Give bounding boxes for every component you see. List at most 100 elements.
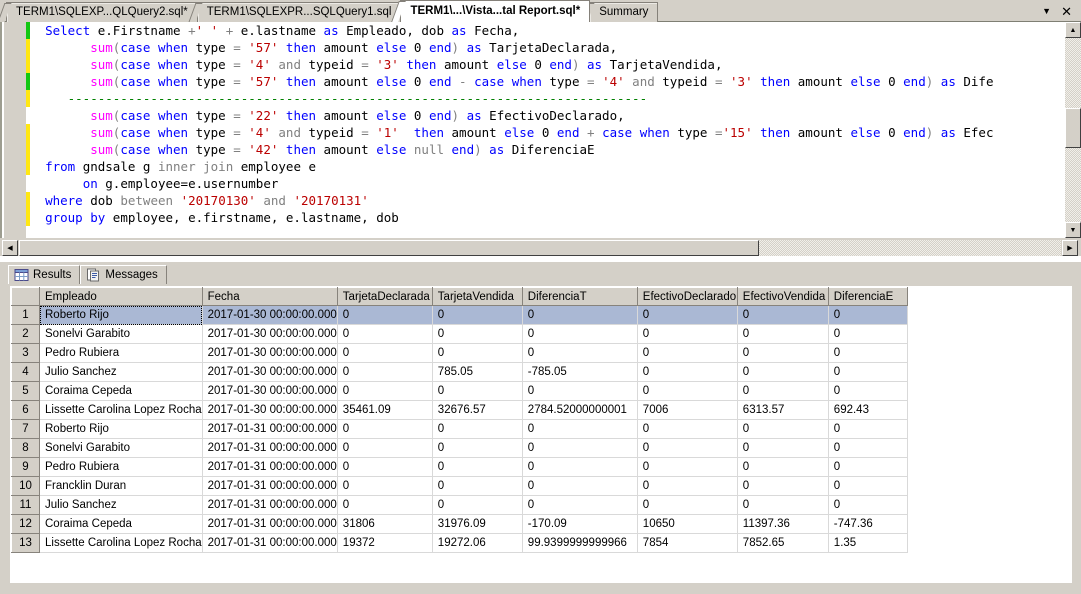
table-cell[interactable]: 0 bbox=[337, 457, 433, 477]
table-cell[interactable]: 0 bbox=[337, 324, 433, 344]
table-cell[interactable]: 0 bbox=[337, 381, 433, 401]
table-cell[interactable]: 10650 bbox=[637, 514, 738, 534]
table-row[interactable]: 11 Julio Sanchez 2017-01-31 00:00:00.000 0 0… bbox=[11, 495, 908, 515]
table-cell[interactable]: 0 bbox=[432, 343, 523, 363]
column-header[interactable]: Fecha bbox=[201, 287, 338, 306]
table-cell[interactable]: 0 bbox=[828, 324, 908, 344]
table-cell[interactable]: Lissette Carolina Lopez Rocha bbox=[39, 533, 203, 553]
table-cell[interactable]: 0 bbox=[737, 324, 829, 344]
table-cell[interactable]: 0 bbox=[522, 324, 638, 344]
horizontal-scroll-thumb[interactable] bbox=[19, 240, 759, 256]
table-cell[interactable]: Roberto Rijo bbox=[39, 305, 203, 325]
table-cell[interactable]: 35461.09 bbox=[337, 400, 433, 420]
editor-gutter[interactable] bbox=[4, 22, 26, 238]
table-cell[interactable]: Lissette Carolina Lopez Rocha bbox=[39, 400, 203, 420]
row-header[interactable]: 1 bbox=[11, 305, 40, 325]
table-row[interactable]: 2 Sonelvi Garabito 2017-01-30 00:00:00.000… bbox=[11, 324, 908, 344]
table-cell[interactable]: 0 bbox=[522, 495, 638, 515]
table-cell[interactable]: 0 bbox=[737, 362, 829, 382]
document-tab[interactable]: TERM1\...\Vista...tal Report.sql* bbox=[400, 0, 591, 22]
table-cell[interactable]: 2017-01-31 00:00:00.000 bbox=[202, 457, 338, 477]
table-cell[interactable]: 0 bbox=[828, 476, 908, 496]
row-header[interactable]: 5 bbox=[11, 381, 40, 401]
document-tab[interactable]: TERM1\SQLEXP...QLQuery2.sql* bbox=[6, 2, 198, 22]
row-header[interactable]: 8 bbox=[11, 438, 40, 458]
table-cell[interactable]: 692.43 bbox=[828, 400, 908, 420]
row-header[interactable]: 9 bbox=[11, 457, 40, 477]
table-cell[interactable]: 0 bbox=[637, 495, 738, 515]
table-cell[interactable]: 7006 bbox=[637, 400, 738, 420]
table-cell[interactable]: 0 bbox=[522, 419, 638, 439]
table-cell[interactable]: 6313.57 bbox=[737, 400, 829, 420]
table-cell[interactable]: 0 bbox=[522, 438, 638, 458]
row-header[interactable]: 6 bbox=[11, 400, 40, 420]
table-cell[interactable]: Coraima Cepeda bbox=[39, 381, 203, 401]
row-header[interactable]: 3 bbox=[11, 343, 40, 363]
table-cell[interactable]: 7854 bbox=[637, 533, 738, 553]
table-cell[interactable]: 0 bbox=[522, 305, 638, 325]
table-cell[interactable]: Coraima Cepeda bbox=[39, 514, 203, 534]
table-cell[interactable]: 1.35 bbox=[828, 533, 908, 553]
table-cell[interactable]: 0 bbox=[637, 343, 738, 363]
table-cell[interactable]: 0 bbox=[337, 305, 433, 325]
table-cell[interactable]: 0 bbox=[828, 381, 908, 401]
table-cell[interactable]: 7852.65 bbox=[737, 533, 829, 553]
table-cell[interactable]: 0 bbox=[337, 438, 433, 458]
table-cell[interactable]: 0 bbox=[737, 476, 829, 496]
column-header[interactable]: DiferenciaT bbox=[521, 287, 638, 306]
table-cell[interactable]: 0 bbox=[828, 419, 908, 439]
table-cell[interactable]: 0 bbox=[737, 381, 829, 401]
grid-select-all-corner[interactable] bbox=[11, 287, 40, 306]
scroll-left-arrow-icon[interactable]: ◀ bbox=[2, 240, 18, 256]
table-row[interactable]: 7 Roberto Rijo 2017-01-31 00:00:00.000 0 0 0 0… bbox=[11, 419, 908, 439]
table-cell[interactable]: 0 bbox=[737, 495, 829, 515]
table-row[interactable]: 3 Pedro Rubiera 2017-01-30 00:00:00.000 0 0 0… bbox=[11, 343, 908, 363]
scroll-right-arrow-icon[interactable]: ▶ bbox=[1062, 240, 1078, 256]
table-cell[interactable]: 0 bbox=[432, 457, 523, 477]
document-tab[interactable]: Summary bbox=[589, 2, 659, 22]
row-header[interactable]: 10 bbox=[11, 476, 40, 496]
row-header[interactable]: 12 bbox=[11, 514, 40, 534]
table-cell[interactable]: 0 bbox=[337, 419, 433, 439]
table-cell[interactable]: 0 bbox=[337, 476, 433, 496]
table-cell[interactable]: 2017-01-30 00:00:00.000 bbox=[202, 362, 338, 382]
editor-horizontal-scrollbar[interactable]: ◀ ▶ bbox=[0, 238, 1081, 256]
table-cell[interactable]: 2017-01-31 00:00:00.000 bbox=[202, 495, 338, 515]
table-cell[interactable]: 0 bbox=[828, 362, 908, 382]
table-cell[interactable]: 32676.57 bbox=[432, 400, 523, 420]
table-cell[interactable]: Pedro Rubiera bbox=[39, 343, 203, 363]
table-cell[interactable]: 2784.52000000001 bbox=[522, 400, 638, 420]
table-row[interactable]: 6 Lissette Carolina Lopez Rocha 2017-01-30… bbox=[11, 400, 908, 420]
table-cell[interactable]: 2017-01-30 00:00:00.000 bbox=[202, 400, 338, 420]
table-cell[interactable]: 0 bbox=[522, 343, 638, 363]
table-cell[interactable]: 2017-01-30 00:00:00.000 bbox=[202, 305, 338, 325]
table-cell[interactable]: 0 bbox=[522, 476, 638, 496]
table-cell[interactable]: 0 bbox=[337, 495, 433, 515]
table-cell[interactable]: 0 bbox=[828, 305, 908, 325]
table-cell[interactable]: 0 bbox=[637, 362, 738, 382]
table-cell[interactable]: Sonelvi Garabito bbox=[39, 438, 203, 458]
table-row[interactable]: 1 Roberto Rijo 2017-01-30 00:00:00.000 0 0 0 0… bbox=[11, 305, 908, 325]
results-tab[interactable]: Results bbox=[8, 265, 81, 284]
scroll-down-arrow-icon[interactable]: ▼ bbox=[1065, 222, 1081, 238]
table-cell[interactable]: 0 bbox=[737, 438, 829, 458]
table-cell[interactable]: -170.09 bbox=[522, 514, 638, 534]
row-header[interactable]: 4 bbox=[11, 362, 40, 382]
table-row[interactable]: 13 Lissette Carolina Lopez Rocha 2017-01-3… bbox=[11, 533, 908, 553]
table-cell[interactable]: 99.9399999999966 bbox=[522, 533, 638, 553]
table-cell[interactable]: 31976.09 bbox=[432, 514, 523, 534]
table-cell[interactable]: 0 bbox=[737, 419, 829, 439]
column-header[interactable]: EfectivoVendida bbox=[736, 287, 829, 306]
table-cell[interactable]: -747.36 bbox=[828, 514, 908, 534]
table-cell[interactable]: 0 bbox=[637, 476, 738, 496]
table-cell[interactable]: 0 bbox=[637, 419, 738, 439]
table-cell[interactable]: 0 bbox=[522, 457, 638, 477]
close-icon[interactable]: ✕ bbox=[1061, 5, 1072, 18]
table-cell[interactable]: 0 bbox=[637, 457, 738, 477]
table-cell[interactable]: 0 bbox=[337, 362, 433, 382]
table-cell[interactable]: 785.05 bbox=[432, 362, 523, 382]
table-cell[interactable]: 2017-01-31 00:00:00.000 bbox=[202, 533, 338, 553]
table-cell[interactable]: 0 bbox=[432, 438, 523, 458]
chevron-down-icon[interactable]: ▼ bbox=[1042, 5, 1051, 18]
table-cell[interactable]: 0 bbox=[828, 495, 908, 515]
